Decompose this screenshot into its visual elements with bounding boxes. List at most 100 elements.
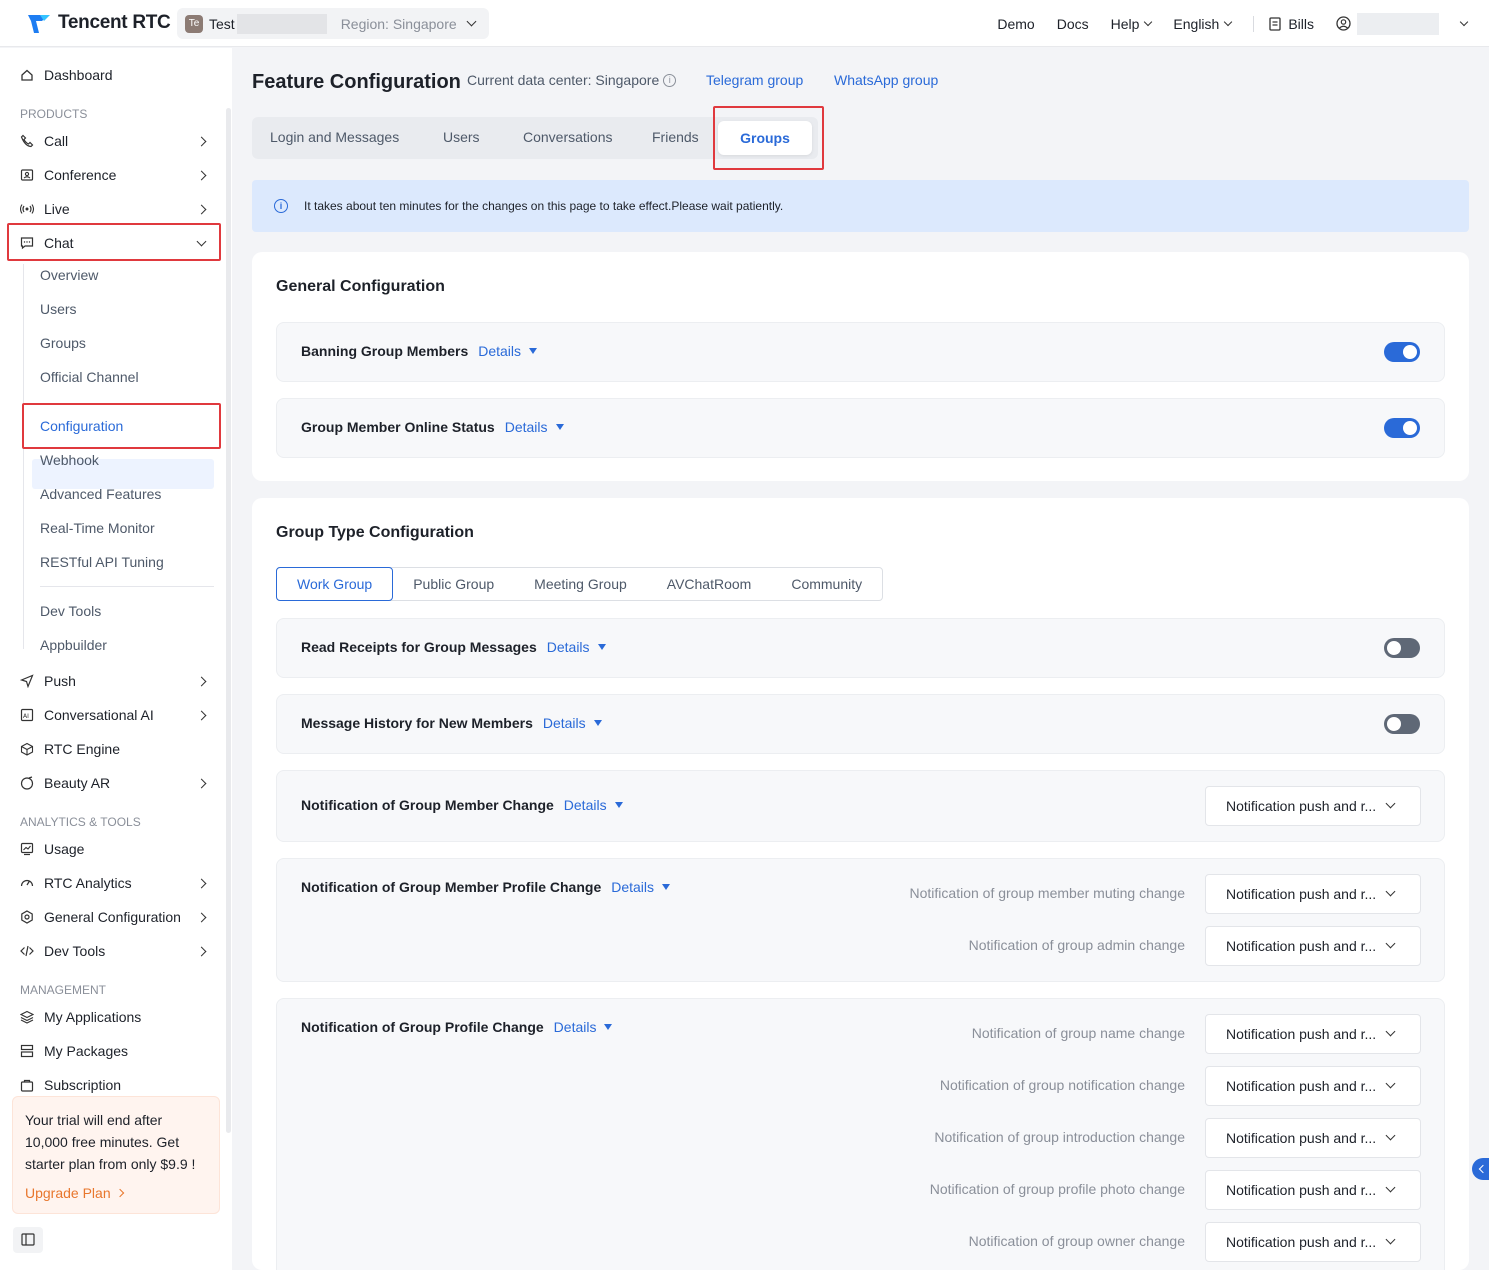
group-member-online-status-label: Group Member Online Status bbox=[301, 419, 495, 435]
info-icon[interactable]: i bbox=[663, 73, 677, 87]
details-dropdown[interactable]: Details bbox=[505, 419, 564, 435]
group-owner-change-select[interactable]: Notification push and r... bbox=[1205, 1222, 1421, 1262]
details-dropdown[interactable]: Details bbox=[478, 343, 538, 359]
sidebar-item-beauty-ar[interactable]: Beauty AR bbox=[20, 772, 207, 794]
details-dropdown[interactable]: Details bbox=[554, 1019, 613, 1035]
upgrade-plan-link[interactable]: Upgrade Plan bbox=[25, 1182, 207, 1204]
whatsapp-group-link[interactable]: WhatsApp group bbox=[834, 72, 938, 88]
group-type-work-group[interactable]: Work Group bbox=[276, 567, 394, 601]
brand-name: Tencent RTC bbox=[58, 12, 171, 33]
details-dropdown[interactable]: Details bbox=[547, 639, 606, 655]
details-label: Details bbox=[504, 419, 548, 435]
chevron-down-icon bbox=[1385, 1234, 1396, 1245]
sidebar-item-call[interactable]: Call bbox=[20, 130, 207, 152]
row-label: Notification of Group Profile Change Det… bbox=[301, 1019, 613, 1035]
tab-login-and-messages[interactable]: Login and Messages bbox=[270, 129, 399, 145]
message-history-toggle[interactable] bbox=[1384, 714, 1420, 734]
sidebar-item-my-packages[interactable]: My Packages bbox=[20, 1040, 128, 1062]
home-icon bbox=[21, 69, 33, 81]
details-label: Details bbox=[611, 879, 655, 895]
nav-bills[interactable]: Bills bbox=[1268, 16, 1314, 32]
nav-help[interactable]: Help bbox=[1111, 16, 1153, 32]
sidebar-item-label: RTC Analytics bbox=[44, 875, 132, 891]
sidebar-item-live[interactable]: Live bbox=[20, 198, 207, 220]
sidebar-sub-restful-api-tuning[interactable]: RESTful API Tuning bbox=[40, 554, 164, 570]
group-type-public-group[interactable]: Public Group bbox=[393, 568, 514, 600]
sidebar-sub-webhook[interactable]: Webhook bbox=[40, 452, 99, 468]
sidebar-item-usage[interactable]: Usage bbox=[20, 838, 84, 860]
gauge-icon bbox=[20, 879, 34, 887]
sidebar-item-dashboard[interactable]: Dashboard bbox=[20, 64, 113, 86]
collapse-sidebar-button[interactable] bbox=[13, 1227, 43, 1253]
tencent-rtc-logo[interactable]: Tencent RTC bbox=[26, 11, 171, 35]
details-dropdown[interactable]: Details bbox=[543, 715, 602, 731]
section-management: MANAGEMENT bbox=[20, 983, 107, 997]
caret-down-icon bbox=[555, 424, 564, 430]
group-type-avchatroom[interactable]: AVChatRoom bbox=[647, 568, 772, 600]
group-profile-photo-change-select[interactable]: Notification push and r... bbox=[1205, 1170, 1421, 1210]
sidebar-scrollbar[interactable] bbox=[226, 108, 231, 1133]
read-receipts-toggle[interactable] bbox=[1384, 638, 1420, 658]
chevron-right-icon bbox=[196, 878, 207, 888]
member-muting-change-select[interactable]: Notification push and r... bbox=[1205, 874, 1421, 914]
toggle-knob bbox=[1387, 641, 1401, 655]
sidebar-item-conversational-ai[interactable]: AI Conversational AI bbox=[20, 704, 207, 726]
group-type-community[interactable]: Community bbox=[771, 568, 882, 600]
nav-language[interactable]: English bbox=[1173, 16, 1233, 32]
group-type-meeting-group[interactable]: Meeting Group bbox=[514, 568, 647, 600]
chevron-right-icon bbox=[196, 710, 207, 720]
sidebar-sub-groups[interactable]: Groups bbox=[40, 335, 86, 351]
tab-friends[interactable]: Friends bbox=[652, 129, 699, 145]
chevron-down-icon bbox=[1385, 886, 1396, 897]
details-dropdown[interactable]: Details bbox=[564, 797, 623, 813]
sidebar-sub-appbuilder[interactable]: Appbuilder bbox=[40, 637, 107, 653]
sidebar-item-general-configuration[interactable]: General Configuration bbox=[20, 906, 207, 928]
sidebar-item-subscription[interactable]: Subscription bbox=[20, 1074, 121, 1096]
page-title: Feature Configuration bbox=[252, 71, 461, 93]
group-member-online-status-toggle[interactable] bbox=[1384, 418, 1420, 438]
sidebar-item-label: Subscription bbox=[44, 1077, 122, 1093]
sidebar-item-push[interactable]: Push bbox=[20, 670, 207, 692]
chevron-down-icon bbox=[1144, 17, 1153, 26]
sidebar-item-dev-tools[interactable]: Dev Tools bbox=[20, 940, 207, 962]
row-label: Read Receipts for Group Messages Details bbox=[301, 639, 606, 655]
sidebar-sub-overview[interactable]: Overview bbox=[40, 267, 98, 283]
highlight-chat bbox=[7, 223, 221, 261]
user-menu[interactable] bbox=[1336, 12, 1469, 35]
ai-icon: AI bbox=[20, 708, 34, 722]
telegram-group-link[interactable]: Telegram group bbox=[706, 72, 803, 88]
caret-down-icon bbox=[662, 884, 671, 890]
tab-users[interactable]: Users bbox=[443, 129, 480, 145]
group-notification-change-select[interactable]: Notification push and r... bbox=[1205, 1066, 1421, 1106]
group-name-change-select[interactable]: Notification push and r... bbox=[1205, 1014, 1421, 1054]
nav-docs[interactable]: Docs bbox=[1057, 16, 1089, 32]
sidebar-sub-real-time-monitor[interactable]: Real-Time Monitor bbox=[40, 520, 155, 536]
tab-conversations[interactable]: Conversations bbox=[523, 129, 613, 145]
row-label: Notification of Group Member Profile Cha… bbox=[301, 879, 671, 895]
sidebar-item-conference[interactable]: Conference bbox=[20, 164, 207, 186]
member-muting-change-label: Notification of group member muting chan… bbox=[909, 885, 1185, 901]
sidebar-sub-users[interactable]: Users bbox=[40, 301, 77, 317]
tencent-logo-icon bbox=[28, 15, 50, 33]
cube-icon bbox=[20, 742, 34, 756]
sidebar-item-my-applications[interactable]: My Applications bbox=[20, 1006, 141, 1028]
sidebar-item-label: Conference bbox=[44, 167, 117, 183]
sidebar-item-rtc-analytics[interactable]: RTC Analytics bbox=[20, 872, 207, 894]
banning-group-members-toggle[interactable] bbox=[1384, 342, 1420, 362]
sidebar-sub-official-channel[interactable]: Official Channel bbox=[40, 369, 139, 385]
group-type-configuration-card: Group Type Configuration Work Group Publ… bbox=[252, 498, 1469, 1270]
details-dropdown[interactable]: Details bbox=[611, 879, 671, 895]
expand-panel-button[interactable] bbox=[1472, 1158, 1489, 1180]
sidebar-sub-dev-tools[interactable]: Dev Tools bbox=[40, 603, 101, 619]
message-history-label: Message History for New Members bbox=[301, 715, 533, 731]
group-introduction-change-select[interactable]: Notification push and r... bbox=[1205, 1118, 1421, 1158]
sidebar-sub-advanced-features[interactable]: Advanced Features bbox=[40, 486, 161, 502]
member-change-select[interactable]: Notification push and r... bbox=[1205, 786, 1421, 826]
nav-demo[interactable]: Demo bbox=[997, 16, 1034, 32]
sidebar-item-rtc-engine[interactable]: RTC Engine bbox=[20, 738, 120, 760]
general-configuration-title: General Configuration bbox=[276, 278, 445, 295]
app-selector[interactable]: Te Test Region: Singapore bbox=[177, 8, 489, 39]
chevron-right-icon bbox=[196, 676, 207, 686]
notice-banner: i It takes about ten minutes for the cha… bbox=[252, 180, 1469, 232]
admin-change-select[interactable]: Notification push and r... bbox=[1205, 926, 1421, 966]
